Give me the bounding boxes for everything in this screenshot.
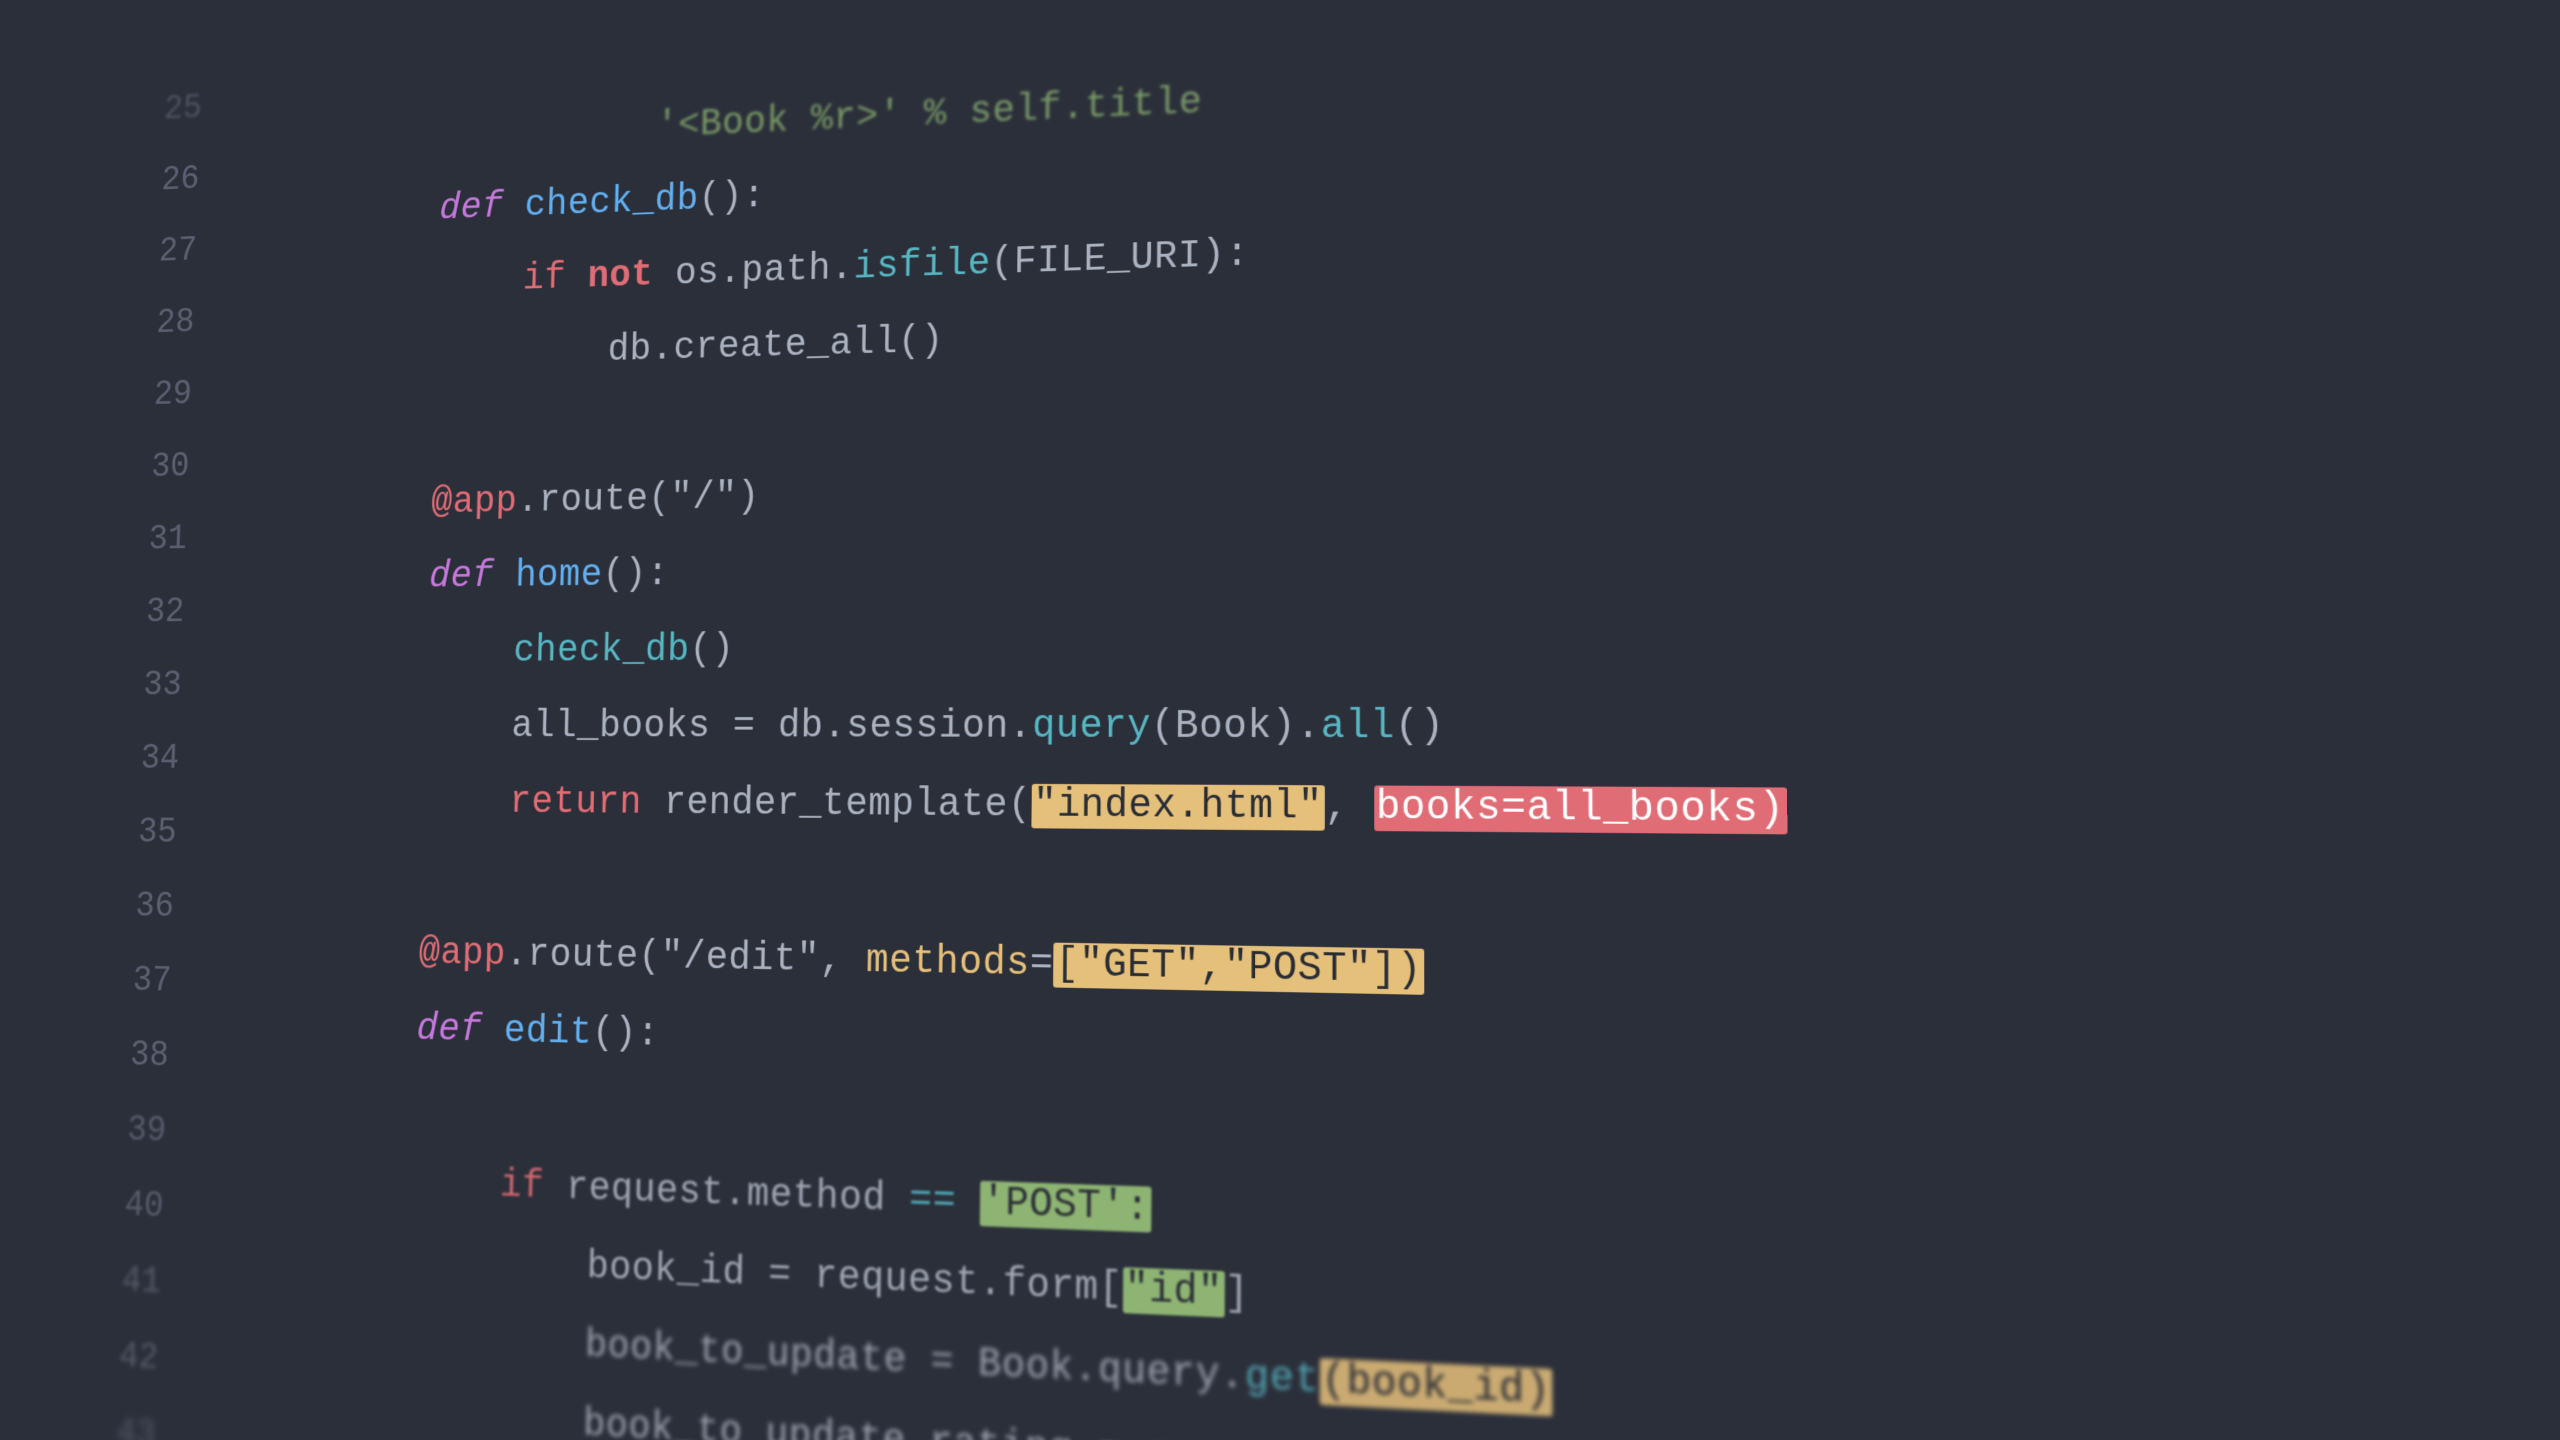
line-number-36: 36 xyxy=(123,887,209,928)
line-number-28: 28 xyxy=(144,302,229,343)
line-content-28: db.create_all() xyxy=(224,277,944,423)
line-number-43: 43 xyxy=(103,1412,190,1440)
code-line-33: 33 all_books = db.session.query(Book).al… xyxy=(113,654,2560,742)
code-editor: 25 '<Book %r>' % self.title 26 def check… xyxy=(0,0,2560,1440)
line-content-37: def edit(): xyxy=(202,961,661,1101)
line-number-37: 37 xyxy=(120,961,206,1003)
line-content-35 xyxy=(210,812,232,854)
line-number-31: 31 xyxy=(136,519,221,559)
line-number-40: 40 xyxy=(112,1185,199,1229)
line-content-29 xyxy=(225,373,247,414)
line-number-26: 26 xyxy=(149,159,233,201)
code-line-34: 34 return render_template("index.html", … xyxy=(110,738,2560,830)
line-number-29: 29 xyxy=(141,374,226,415)
line-number-27: 27 xyxy=(146,230,230,272)
code-lines: 25 '<Book %r>' % self.title 26 def check… xyxy=(82,0,2560,1440)
line-number-38: 38 xyxy=(117,1035,203,1078)
line-number-41: 41 xyxy=(109,1260,196,1305)
line-number-39: 39 xyxy=(114,1110,201,1153)
line-number-35: 35 xyxy=(125,813,211,854)
line-number-25: 25 xyxy=(152,88,236,130)
line-number-42: 42 xyxy=(106,1336,193,1381)
line-content-34: return render_template("index.html", boo… xyxy=(209,738,1787,881)
line-content-38 xyxy=(202,1036,224,1079)
line-number-33: 33 xyxy=(131,666,216,706)
code-view: 25 '<Book %r>' % self.title 26 def check… xyxy=(89,0,2560,1440)
line-number-30: 30 xyxy=(139,447,224,488)
line-number-34: 34 xyxy=(128,739,214,779)
line-number-32: 32 xyxy=(133,592,218,632)
